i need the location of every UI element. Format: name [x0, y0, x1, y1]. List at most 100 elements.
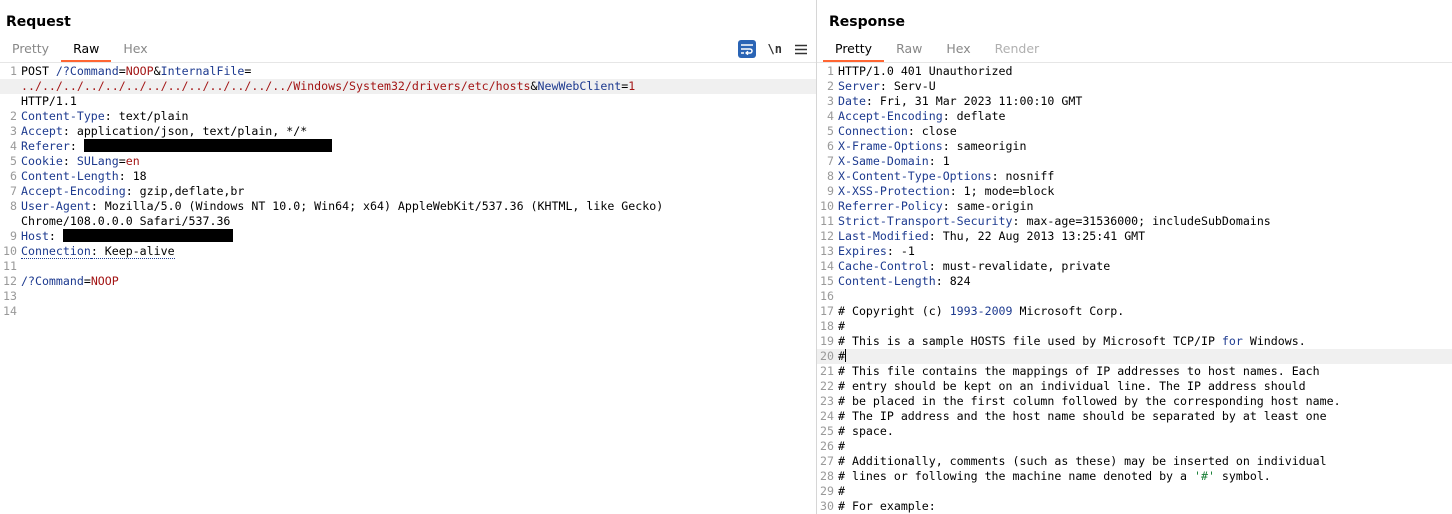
code-token: : close — [907, 124, 957, 138]
line-content: Cache-Control: must-revalidate, private — [838, 259, 1452, 274]
response-code-line: 11 Strict-Transport-Security: max-age=315… — [817, 214, 1452, 229]
line-number: 21 — [820, 364, 834, 378]
response-tab-render[interactable]: Render — [983, 38, 1052, 62]
line-number: 3 — [827, 94, 834, 108]
request-tab-pretty[interactable]: Pretty — [0, 38, 61, 62]
code-token: NewWebClient — [537, 79, 622, 93]
code-token: Microsoft Corp. — [1012, 304, 1125, 318]
response-code-line: 16 — [817, 289, 1452, 304]
code-token: X-Same-Domain — [838, 154, 929, 168]
code-token: : — [69, 139, 84, 153]
request-tab-raw[interactable]: Raw — [61, 38, 112, 62]
request-code-line: 9 Host: — [0, 229, 816, 244]
text-cursor — [844, 349, 846, 362]
line-content: HTTP/1.1 — [21, 94, 816, 109]
wrap-lines-icon[interactable] — [737, 40, 756, 58]
line-content: Strict-Transport-Security: max-age=31536… — [838, 214, 1452, 229]
code-token: : same-origin — [942, 199, 1034, 213]
code-token: # This file contains the mappings of IP … — [838, 364, 1320, 378]
code-token: for — [1221, 334, 1243, 348]
code-token: = — [118, 64, 126, 78]
line-content: # For example: — [838, 499, 1452, 514]
line-number: 1 — [827, 64, 834, 78]
line-number: 23 — [820, 394, 834, 408]
code-token: : Serv-U — [879, 79, 936, 93]
code-token: : Mozilla/5.0 (Windows NT 10.0; Win64; x… — [90, 199, 664, 213]
code-token: Host — [21, 229, 49, 243]
code-token: # lines or following the machine name de… — [838, 469, 1194, 483]
line-number: 16 — [820, 289, 834, 303]
response-code-line: 14 Cache-Control: must-revalidate, privat… — [817, 259, 1452, 274]
response-pane: Response Pretty Raw Hex Render 1 HTTP/1.0… — [817, 0, 1452, 514]
code-token: User-Agent — [21, 199, 91, 213]
code-token: X-Frame-Options — [838, 139, 943, 153]
response-code-line: 8 X-Content-Type-Options: nosniff — [817, 169, 1452, 184]
code-token: /?Command — [21, 274, 84, 288]
line-content: Last-Modified: Thu, 22 Aug 2013 13:25:41… — [838, 229, 1452, 244]
line-content: # — [838, 484, 1452, 499]
request-code-line: 6 Content-Length: 18 — [0, 169, 816, 184]
line-number: 2 — [10, 109, 17, 123]
line-content: X-Frame-Options: sameorigin — [838, 139, 1452, 154]
line-number: 19 — [820, 334, 834, 348]
line-content: Content-Type: text/plain — [21, 109, 816, 124]
line-number: 9 — [827, 184, 834, 198]
line-number: 5 — [10, 154, 17, 168]
line-number: 25 — [820, 424, 834, 438]
code-token: : Fri, 31 Mar 2023 11:00:10 GMT — [865, 94, 1083, 108]
code-token: & — [530, 79, 538, 93]
line-number: 20 — [820, 349, 834, 363]
code-token: /?Command — [55, 64, 119, 78]
response-code-line: 26 # — [817, 439, 1452, 454]
line-number: 9 — [10, 229, 17, 243]
line-number: 22 — [820, 379, 834, 393]
response-code-line: 22 # entry should be kept on an individua… — [817, 379, 1452, 394]
line-number: 14 — [3, 304, 17, 318]
code-token: # be placed in the first column followed… — [838, 394, 1341, 408]
request-tabs-underline — [0, 62, 816, 63]
line-content: # be placed in the first column followed… — [838, 394, 1452, 409]
hamburger-menu-icon[interactable] — [794, 42, 808, 56]
code-token: = — [118, 154, 126, 168]
response-editor[interactable]: 1 HTTP/1.0 401 Unauthorized 2 Server: Serv-… — [817, 64, 1452, 514]
line-number: 2 — [827, 79, 834, 93]
line-content: # — [838, 439, 1452, 454]
code-token: Expires — [838, 244, 887, 258]
response-tab-hex[interactable]: Hex — [934, 38, 982, 62]
code-token: # — [838, 439, 845, 453]
request-code-line: 14 — [0, 304, 816, 319]
request-editor[interactable]: 1 POST /?Command=NOOP&InternalFile= ../../… — [0, 64, 816, 514]
line-content: # This is a sample HOSTS file used by Mi… — [838, 334, 1452, 349]
request-code-line: 13 — [0, 289, 816, 304]
redacted-block — [83, 139, 332, 152]
line-content: # Copyright (c) 1993-2009 Microsoft Corp… — [838, 304, 1452, 319]
code-token: : must-revalidate, private — [928, 259, 1111, 273]
response-tab-pretty[interactable]: Pretty — [823, 38, 885, 62]
request-code-line: ../../../../../../../../../../../../../W… — [0, 79, 816, 94]
response-code-line: 3 Date: Fri, 31 Mar 2023 11:00:10 GMT — [817, 94, 1452, 109]
code-token: Last-Modified — [838, 229, 929, 243]
response-code-line: 20 # — [817, 349, 1452, 364]
line-content — [838, 289, 1452, 304]
code-token: # Additionally, comments (such as these)… — [838, 454, 1327, 468]
line-content: Referer: — [21, 139, 816, 154]
code-token: Accept-Encoding — [838, 109, 943, 123]
request-tab-hex[interactable]: Hex — [111, 38, 159, 62]
line-number: 26 — [820, 439, 834, 453]
newline-toggle-button[interactable]: \n — [766, 42, 784, 56]
line-content — [21, 259, 816, 274]
code-token: InternalFile — [160, 64, 245, 78]
code-token: ../../../../../../../../../../../../../W… — [21, 79, 531, 93]
line-content: X-Same-Domain: 1 — [838, 154, 1452, 169]
code-token: 1 — [628, 79, 636, 93]
response-tab-raw[interactable]: Raw — [884, 38, 934, 62]
line-content — [21, 304, 816, 319]
response-code-line: 23 # be placed in the first column follow… — [817, 394, 1452, 409]
response-code-line: 28 # lines or following the machine name … — [817, 469, 1452, 484]
code-token: 1993-2009 — [949, 304, 1013, 318]
response-code-line: 27 # Additionally, comments (such as thes… — [817, 454, 1452, 469]
line-content: # — [838, 319, 1452, 334]
code-token: Server — [838, 79, 880, 93]
request-code-line: 10 Connection: Keep-alive — [0, 244, 816, 259]
code-token: Strict-Transport-Security — [838, 214, 1013, 228]
